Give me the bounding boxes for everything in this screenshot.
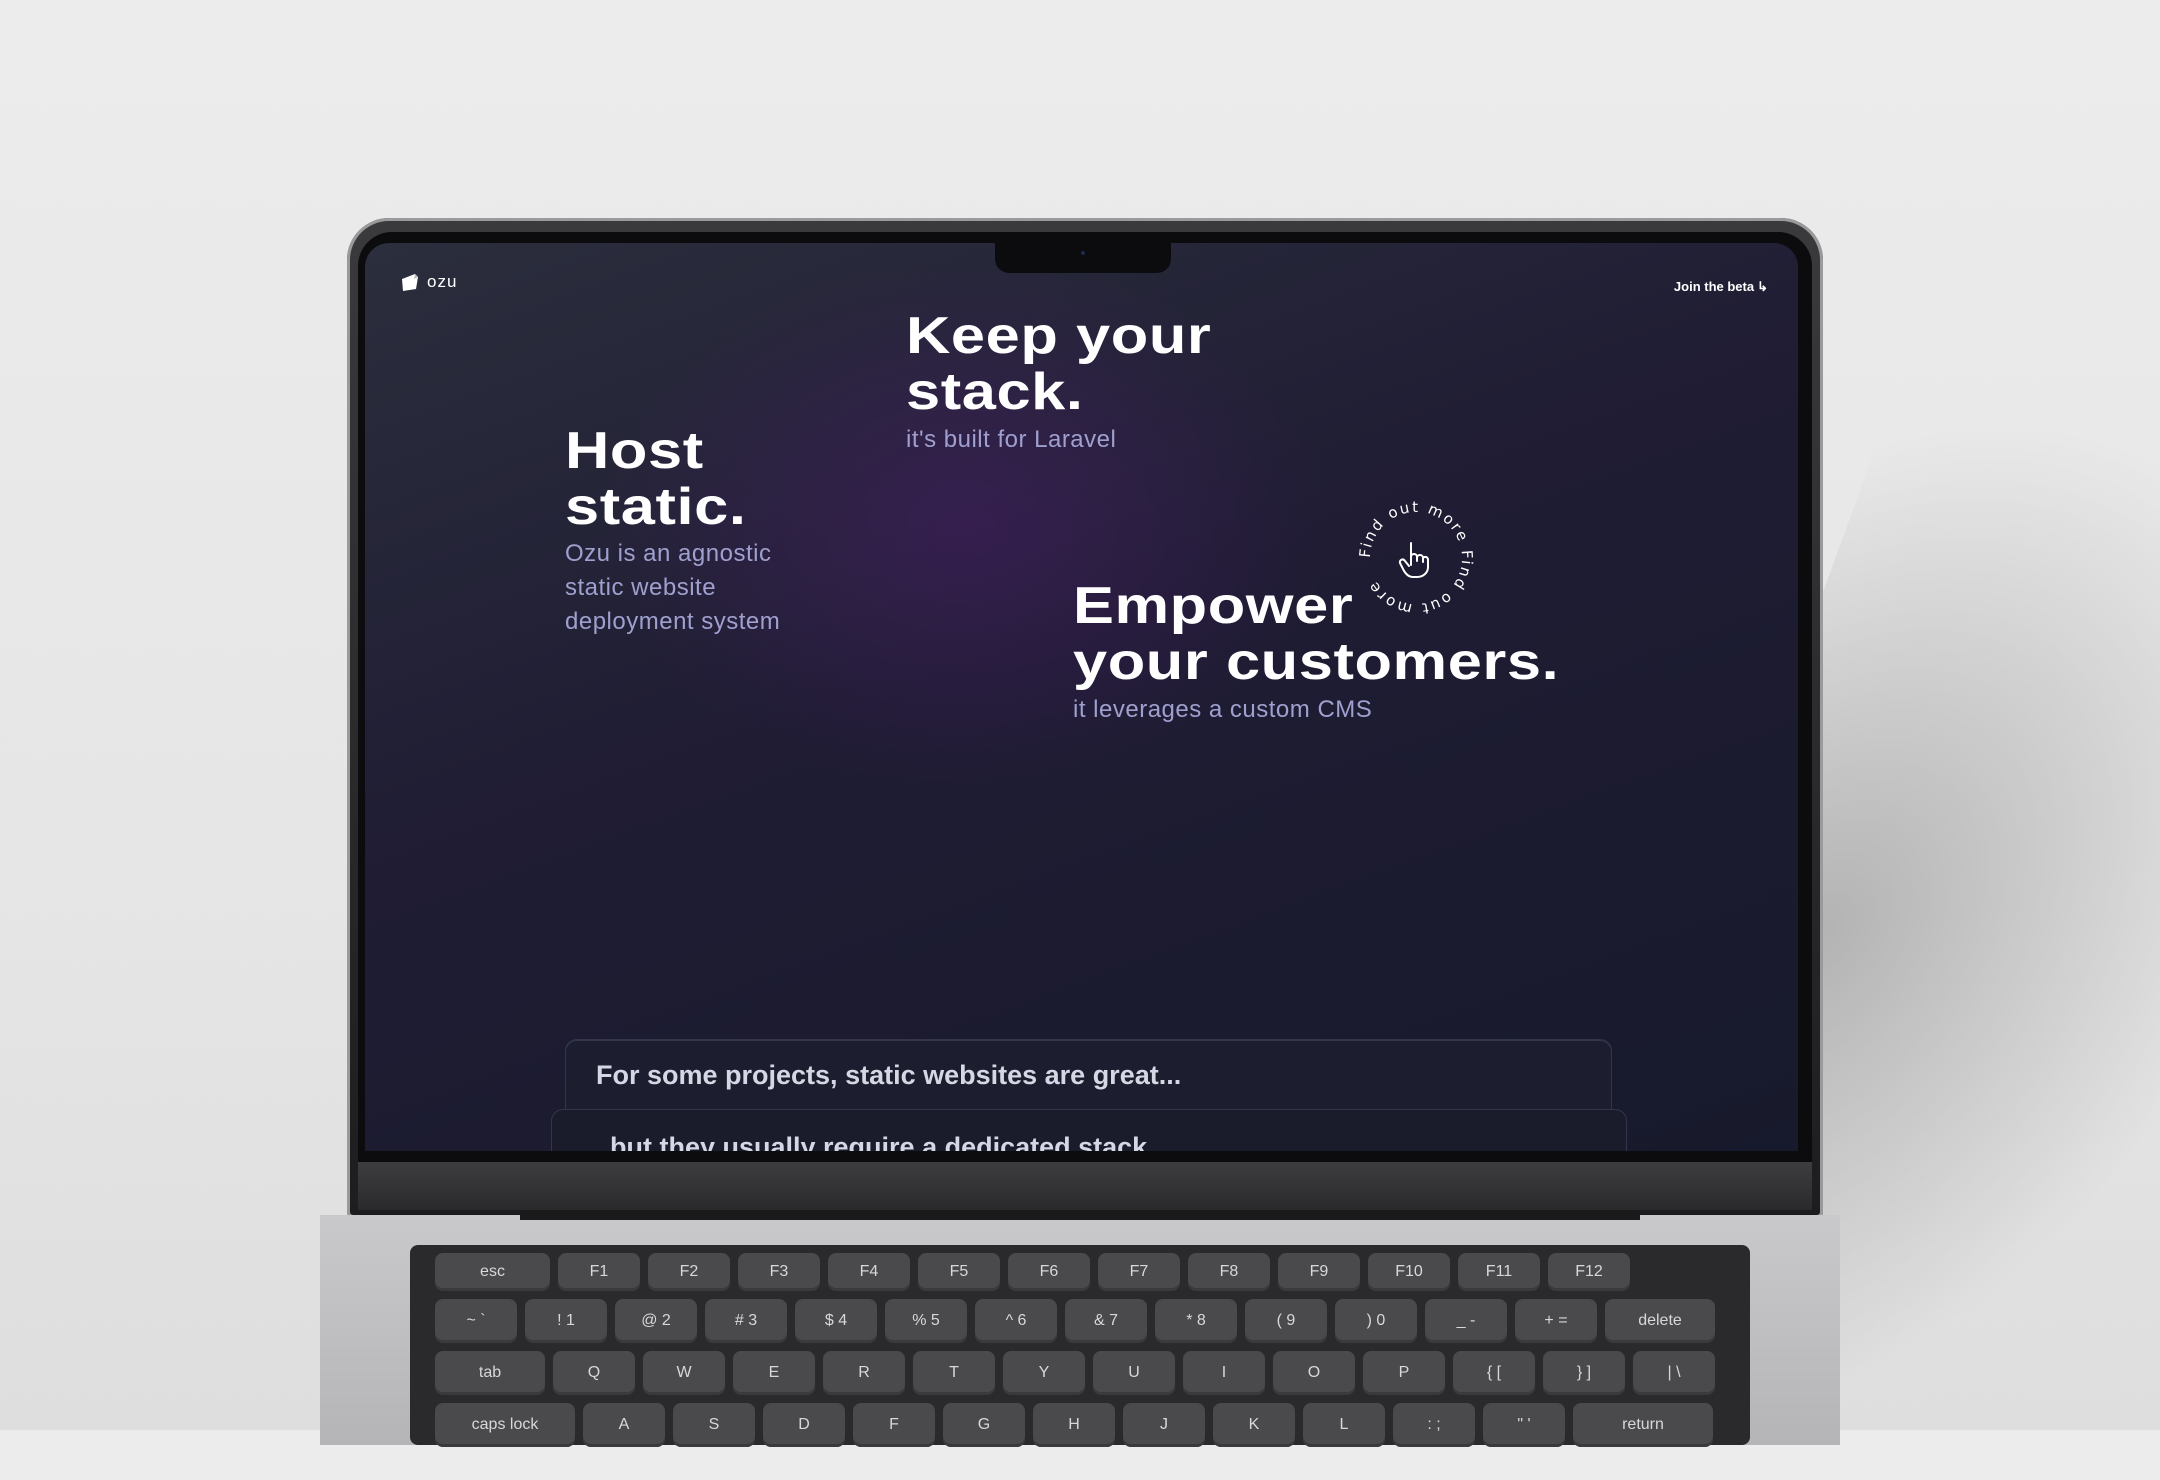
heading-line: static. [565, 478, 747, 536]
key[interactable]: I [1183, 1351, 1265, 1395]
heading-keep-your-stack: Keep your stack. [906, 308, 1211, 420]
key[interactable]: } ] [1543, 1351, 1625, 1395]
key[interactable]: return [1573, 1403, 1713, 1447]
key[interactable]: Q [553, 1351, 635, 1395]
join-beta-link[interactable]: Join the beta ↳ [1674, 279, 1768, 295]
key[interactable]: Y [1003, 1351, 1085, 1395]
key[interactable]: { [ [1453, 1351, 1535, 1395]
key[interactable]: esc [435, 1253, 550, 1291]
key[interactable]: L [1303, 1403, 1385, 1447]
key[interactable]: W [643, 1351, 725, 1395]
key[interactable]: * 8 [1155, 1299, 1237, 1343]
subtitle-cms: it leverages a custom CMS [1073, 696, 1373, 723]
screen-chin [358, 1162, 1812, 1210]
pointing-hand-icon [1398, 542, 1429, 578]
key[interactable]: R [823, 1351, 905, 1395]
key[interactable]: F2 [648, 1253, 730, 1291]
key[interactable]: | \ [1633, 1351, 1715, 1395]
key[interactable]: D [763, 1403, 845, 1447]
subtitle-line: Ozu is an agnostic [565, 540, 772, 567]
key[interactable]: P [1363, 1351, 1445, 1395]
ozu-logo[interactable]: ozu [399, 271, 457, 293]
key[interactable]: tab [435, 1351, 545, 1395]
join-beta-label: Join the beta [1673, 279, 1755, 294]
key[interactable]: : ; [1393, 1403, 1475, 1447]
key[interactable]: & 7 [1065, 1299, 1147, 1343]
laptop-hinge [520, 1210, 1640, 1220]
heading-line: your customers. [1073, 633, 1560, 691]
key[interactable]: F11 [1458, 1253, 1540, 1291]
info-card-2: but they usually require a dedicated sta… [551, 1109, 1627, 1151]
heading-line: Keep your [906, 307, 1212, 365]
keyboard: esc F1 F2 F3 F4 F5 F6 F7 F8 F9 F10 F11 F12 ~ `! 1 @ 2 #… [410, 1245, 1750, 1447]
key[interactable]: caps lock [435, 1403, 575, 1447]
key[interactable]: delete [1605, 1299, 1715, 1343]
logo-icon [402, 274, 418, 291]
key[interactable]: H [1033, 1403, 1115, 1447]
key[interactable]: F3 [738, 1253, 820, 1291]
subtitle-agnostic: Ozu is an agnostic static website deploy… [565, 537, 780, 639]
key[interactable]: F10 [1368, 1253, 1450, 1291]
key[interactable]: ~ ` [435, 1299, 517, 1343]
card-text: For some projects, static websites are g… [596, 1060, 1182, 1090]
key[interactable]: J [1123, 1403, 1205, 1447]
key[interactable]: + = [1515, 1299, 1597, 1343]
arrow-icon: ↳ [1757, 279, 1768, 294]
heading-host-static: Host static. [565, 423, 746, 535]
subtitle-laravel: it's built for Laravel [906, 426, 1117, 453]
key[interactable]: F12 [1548, 1253, 1630, 1291]
key[interactable]: O [1273, 1351, 1355, 1395]
key[interactable]: K [1213, 1403, 1295, 1447]
key[interactable]: ( 9 [1245, 1299, 1327, 1343]
key[interactable]: # 3 [705, 1299, 787, 1343]
key[interactable]: F1 [558, 1253, 640, 1291]
key[interactable]: % 5 [885, 1299, 967, 1343]
heading-empower: Empower your customers. [1073, 578, 1559, 690]
key[interactable]: _ - [1425, 1299, 1507, 1343]
key[interactable]: F [853, 1403, 935, 1447]
heading-line: Empower [1073, 577, 1354, 635]
key[interactable]: F4 [828, 1253, 910, 1291]
card-text: but they usually require a dedicated sta… [610, 1132, 1148, 1151]
key[interactable]: " ' [1483, 1403, 1565, 1447]
key[interactable]: F9 [1278, 1253, 1360, 1291]
website-screen: ozu Join the beta ↳ Keep your stack. it's… [365, 243, 1798, 1151]
key[interactable]: ! 1 [525, 1299, 607, 1343]
heading-line: Host [565, 422, 704, 480]
key[interactable]: E [733, 1351, 815, 1395]
key[interactable]: F7 [1098, 1253, 1180, 1291]
key[interactable]: ^ 6 [975, 1299, 1057, 1343]
key[interactable]: F6 [1008, 1253, 1090, 1291]
key[interactable]: S [673, 1403, 755, 1447]
subtitle-line: static website [565, 574, 717, 601]
subtitle-line: deployment system [565, 608, 781, 635]
key[interactable]: F5 [918, 1253, 1000, 1291]
key[interactable]: A [583, 1403, 665, 1447]
key[interactable]: F8 [1188, 1253, 1270, 1291]
key[interactable]: $ 4 [795, 1299, 877, 1343]
key[interactable]: T [913, 1351, 995, 1395]
key[interactable]: G [943, 1403, 1025, 1447]
key[interactable]: @ 2 [615, 1299, 697, 1343]
key[interactable]: U [1093, 1351, 1175, 1395]
logo-text: ozu [427, 272, 458, 291]
key[interactable]: ) 0 [1335, 1299, 1417, 1343]
camera-notch [995, 243, 1171, 273]
heading-line: stack. [906, 363, 1084, 421]
